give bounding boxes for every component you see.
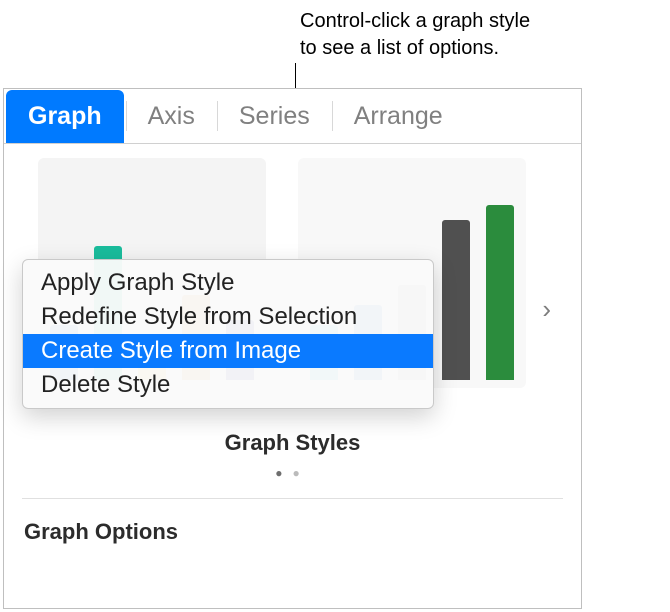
section-title: Graph Styles bbox=[22, 430, 563, 456]
page-dots[interactable]: ●● bbox=[22, 466, 563, 480]
menu-redefine-style[interactable]: Redefine Style from Selection bbox=[23, 300, 433, 334]
menu-item-label: Delete Style bbox=[41, 371, 170, 398]
menu-item-label: Apply Graph Style bbox=[41, 269, 234, 296]
tab-label: Axis bbox=[148, 102, 195, 131]
graph-styles-section: › Graph Styles ●● Apply Graph Style Rede… bbox=[22, 144, 563, 499]
menu-item-label: Create Style from Image bbox=[41, 337, 301, 364]
menu-create-style-from-image[interactable]: Create Style from Image bbox=[23, 334, 433, 368]
tab-series[interactable]: Series bbox=[217, 89, 332, 143]
tab-label: Series bbox=[239, 102, 310, 131]
tab-label: Graph bbox=[28, 102, 102, 131]
context-menu: Apply Graph Style Redefine Style from Se… bbox=[22, 259, 434, 409]
menu-item-label: Redefine Style from Selection bbox=[41, 303, 357, 330]
chevron-right-icon[interactable]: › bbox=[542, 294, 551, 325]
menu-delete-style[interactable]: Delete Style bbox=[23, 368, 433, 402]
menu-apply-graph-style[interactable]: Apply Graph Style bbox=[23, 266, 433, 300]
page-dot-active: ● bbox=[275, 466, 292, 480]
graph-options-heading: Graph Options bbox=[4, 499, 581, 545]
thumb-bar bbox=[442, 220, 470, 380]
thumb-bar bbox=[486, 205, 514, 380]
inspector-panel: Graph Axis Series Arrange bbox=[3, 88, 582, 609]
tab-arrange[interactable]: Arrange bbox=[332, 89, 465, 143]
page-dot: ● bbox=[293, 466, 310, 480]
tab-graph[interactable]: Graph bbox=[6, 90, 124, 143]
help-callout: Control-click a graph style to see a lis… bbox=[300, 8, 530, 62]
tab-axis[interactable]: Axis bbox=[126, 89, 217, 143]
tab-label: Arrange bbox=[354, 102, 443, 131]
tab-bar: Graph Axis Series Arrange bbox=[4, 89, 581, 144]
